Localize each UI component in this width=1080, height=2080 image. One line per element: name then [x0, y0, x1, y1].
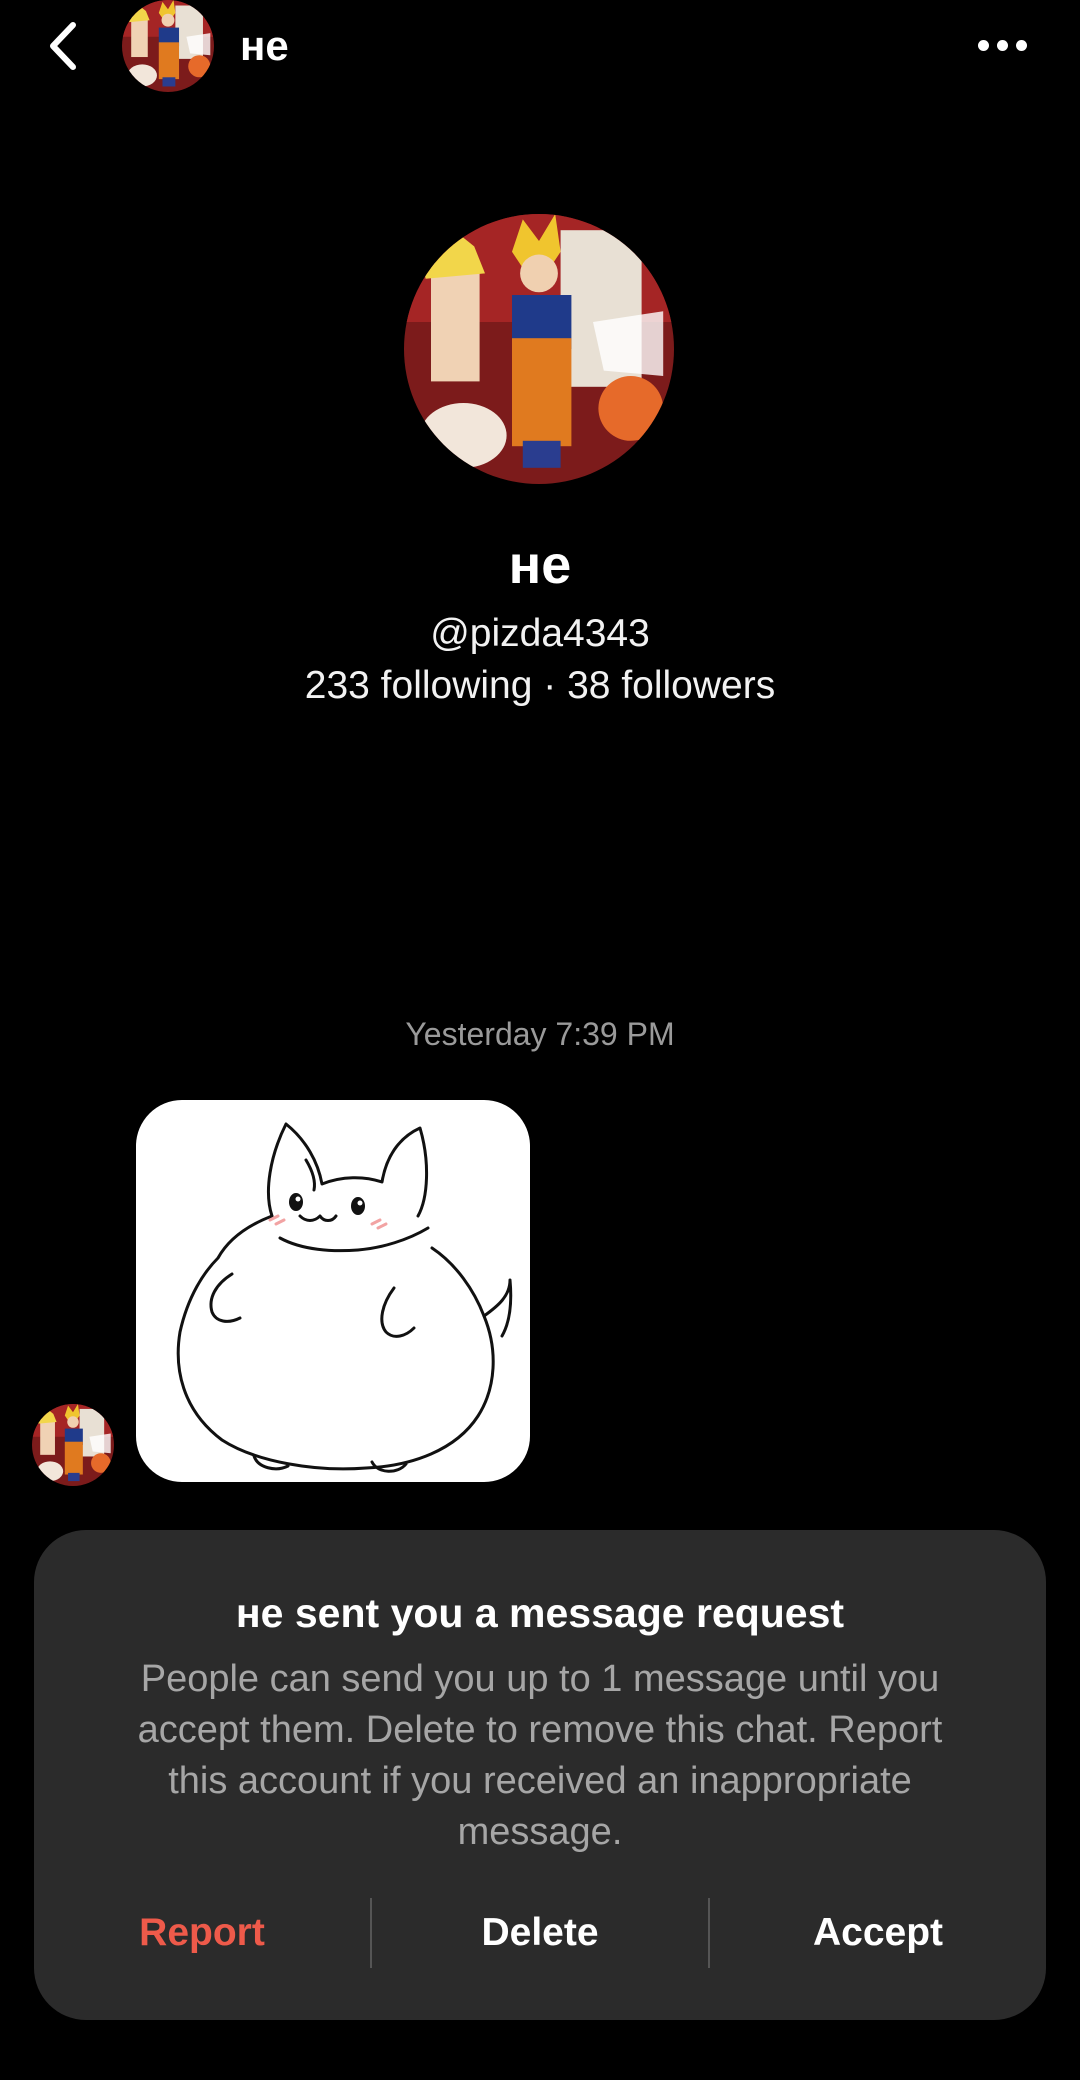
ellipsis-icon	[977, 39, 989, 51]
accept-button[interactable]: Accept	[710, 1898, 1046, 1968]
sticker-message[interactable]	[136, 1100, 530, 1482]
request-actions: Report Delete Accept	[34, 1898, 1046, 1968]
ellipsis-icon	[996, 39, 1008, 51]
top-bar: не	[0, 0, 1080, 100]
message-request-card: не sent you a message request People can…	[34, 1530, 1046, 2020]
profile-name: не	[508, 535, 572, 595]
report-button[interactable]: Report	[34, 1898, 370, 1968]
profile-stats: 233 following · 38 followers	[304, 664, 776, 707]
sender-avatar[interactable]	[32, 1404, 114, 1486]
profile-avatar[interactable]	[404, 214, 674, 484]
header-avatar[interactable]	[122, 0, 214, 92]
header-title[interactable]: не	[240, 22, 289, 70]
ellipsis-icon	[1015, 39, 1027, 51]
request-title: не sent you a message request	[235, 1590, 845, 1636]
delete-button[interactable]: Delete	[372, 1898, 708, 1968]
message-timestamp: Yesterday 7:39 PM	[405, 1016, 675, 1052]
chevron-left-icon	[50, 22, 76, 70]
request-description: People can send you up to 1 message unti…	[137, 1658, 943, 1853]
back-button[interactable]	[38, 18, 86, 74]
fat-cat-sticker-icon	[176, 1122, 513, 1473]
profile-handle: @pizda4343	[430, 612, 650, 655]
more-options-button[interactable]	[966, 20, 1038, 70]
